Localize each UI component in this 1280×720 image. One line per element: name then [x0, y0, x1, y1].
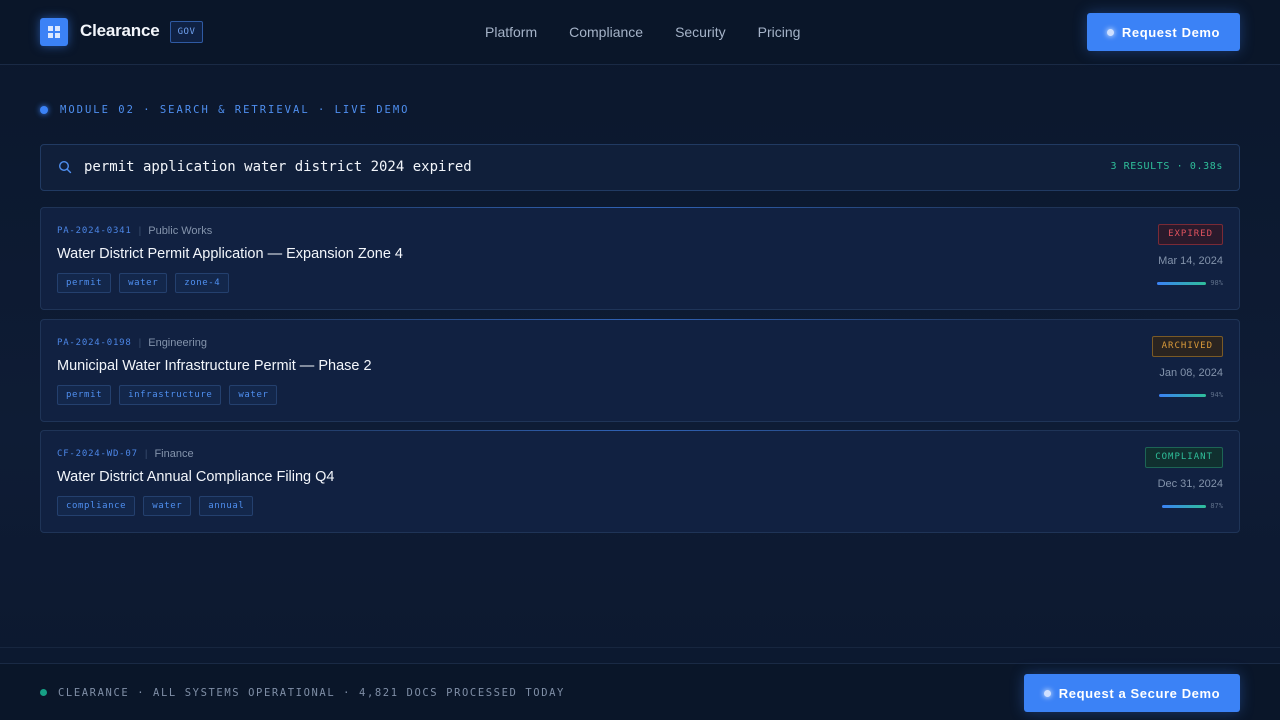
result-id-row: PA-2024-0198 | Engineering: [57, 337, 207, 349]
doc-id: PA-2024-0341: [57, 226, 132, 236]
search-results-meta: 3 RESULTS · 0.38s: [1110, 161, 1223, 172]
divider: |: [144, 448, 148, 460]
divider: |: [138, 225, 142, 237]
module-label-text: MODULE 02 · SEARCH & RETRIEVAL · LIVE DE…: [60, 104, 410, 116]
request-secure-demo-label: Request a Secure Demo: [1058, 685, 1221, 701]
relevance-score: 87%: [1162, 502, 1223, 510]
system-status-dot-icon: [40, 689, 47, 696]
department: Finance: [154, 448, 194, 460]
tag[interactable]: compliance: [57, 496, 136, 516]
relevance-bar: [1162, 504, 1207, 508]
relevance-bar: [1157, 281, 1207, 285]
request-demo-button[interactable]: Request Demo: [1087, 13, 1240, 51]
divider: |: [138, 337, 142, 349]
result-title[interactable]: Water District Permit Application — Expa…: [57, 246, 403, 262]
search-icon: [58, 160, 72, 174]
result-id-row: PA-2024-0341 | Public Works: [57, 225, 212, 237]
status-badge: EXPIRED: [1158, 224, 1223, 245]
nav-link-platform[interactable]: Platform: [485, 24, 537, 40]
tag-list: permit infrastructure water: [57, 385, 278, 405]
tag[interactable]: annual: [199, 496, 254, 516]
nav-link-pricing[interactable]: Pricing: [758, 24, 801, 40]
doc-id: CF-2024-WD-07: [57, 449, 138, 459]
footer-bar: CLEARANCE · ALL SYSTEMS OPERATIONAL · 4,…: [0, 663, 1280, 720]
tag-list: compliance water annual: [57, 496, 254, 516]
status-badge: ARCHIVED: [1151, 336, 1223, 357]
relevance-label: 98%: [1210, 279, 1223, 287]
tag[interactable]: zone-4: [175, 273, 230, 293]
search-input[interactable]: [84, 159, 984, 175]
relevance-bar: [1159, 393, 1207, 397]
tag[interactable]: permit: [57, 385, 112, 405]
result-date: Mar 14, 2024: [1158, 255, 1223, 267]
relevance-label: 94%: [1210, 391, 1223, 399]
gov-badge: GOV: [170, 21, 203, 43]
request-secure-demo-button[interactable]: Request a Secure Demo: [1024, 674, 1240, 712]
result-card[interactable]: PA-2024-0198 | Engineering Municipal Wat…: [40, 319, 1240, 422]
request-demo-label: Request Demo: [1121, 24, 1221, 40]
result-date: Dec 31, 2024: [1157, 478, 1223, 490]
footer-divider: [0, 647, 1280, 648]
tag[interactable]: water: [143, 496, 192, 516]
department: Public Works: [148, 225, 213, 237]
status-badge: COMPLIANT: [1145, 447, 1223, 468]
relevance-label: 87%: [1210, 502, 1223, 510]
top-navbar: Clearance GOV Platform Compliance Securi…: [0, 0, 1280, 65]
system-status-text: CLEARANCE · ALL SYSTEMS OPERATIONAL · 4,…: [58, 687, 565, 699]
doc-id: PA-2024-0198: [57, 338, 132, 348]
button-dot-icon: [1043, 689, 1051, 697]
relevance-score: 94%: [1159, 391, 1223, 399]
result-title[interactable]: Water District Annual Compliance Filing …: [57, 469, 334, 485]
result-date: Jan 08, 2024: [1159, 367, 1223, 379]
tag[interactable]: water: [229, 385, 278, 405]
nav-link-security[interactable]: Security: [675, 24, 726, 40]
nav-link-compliance[interactable]: Compliance: [569, 24, 643, 40]
live-dot-icon: [40, 106, 48, 114]
tag-list: permit water zone-4: [57, 273, 230, 293]
result-card[interactable]: CF-2024-WD-07 | Finance Water District A…: [40, 430, 1240, 533]
tag[interactable]: infrastructure: [119, 385, 222, 405]
tag[interactable]: water: [119, 273, 168, 293]
brand-name[interactable]: Clearance: [80, 21, 160, 41]
search-bar: 3 RESULTS · 0.38s: [40, 144, 1240, 191]
module-label: MODULE 02 · SEARCH & RETRIEVAL · LIVE DE…: [40, 104, 410, 116]
logo-icon[interactable]: [40, 18, 68, 46]
result-card[interactable]: PA-2024-0341 | Public Works Water Distri…: [40, 207, 1240, 310]
result-id-row: CF-2024-WD-07 | Finance: [57, 448, 194, 460]
tag[interactable]: permit: [57, 273, 112, 293]
result-title[interactable]: Municipal Water Infrastructure Permit — …: [57, 358, 372, 374]
department: Engineering: [148, 337, 207, 349]
relevance-score: 98%: [1157, 279, 1223, 287]
main-nav: Platform Compliance Security Pricing: [485, 24, 800, 40]
button-dot-icon: [1106, 28, 1114, 36]
